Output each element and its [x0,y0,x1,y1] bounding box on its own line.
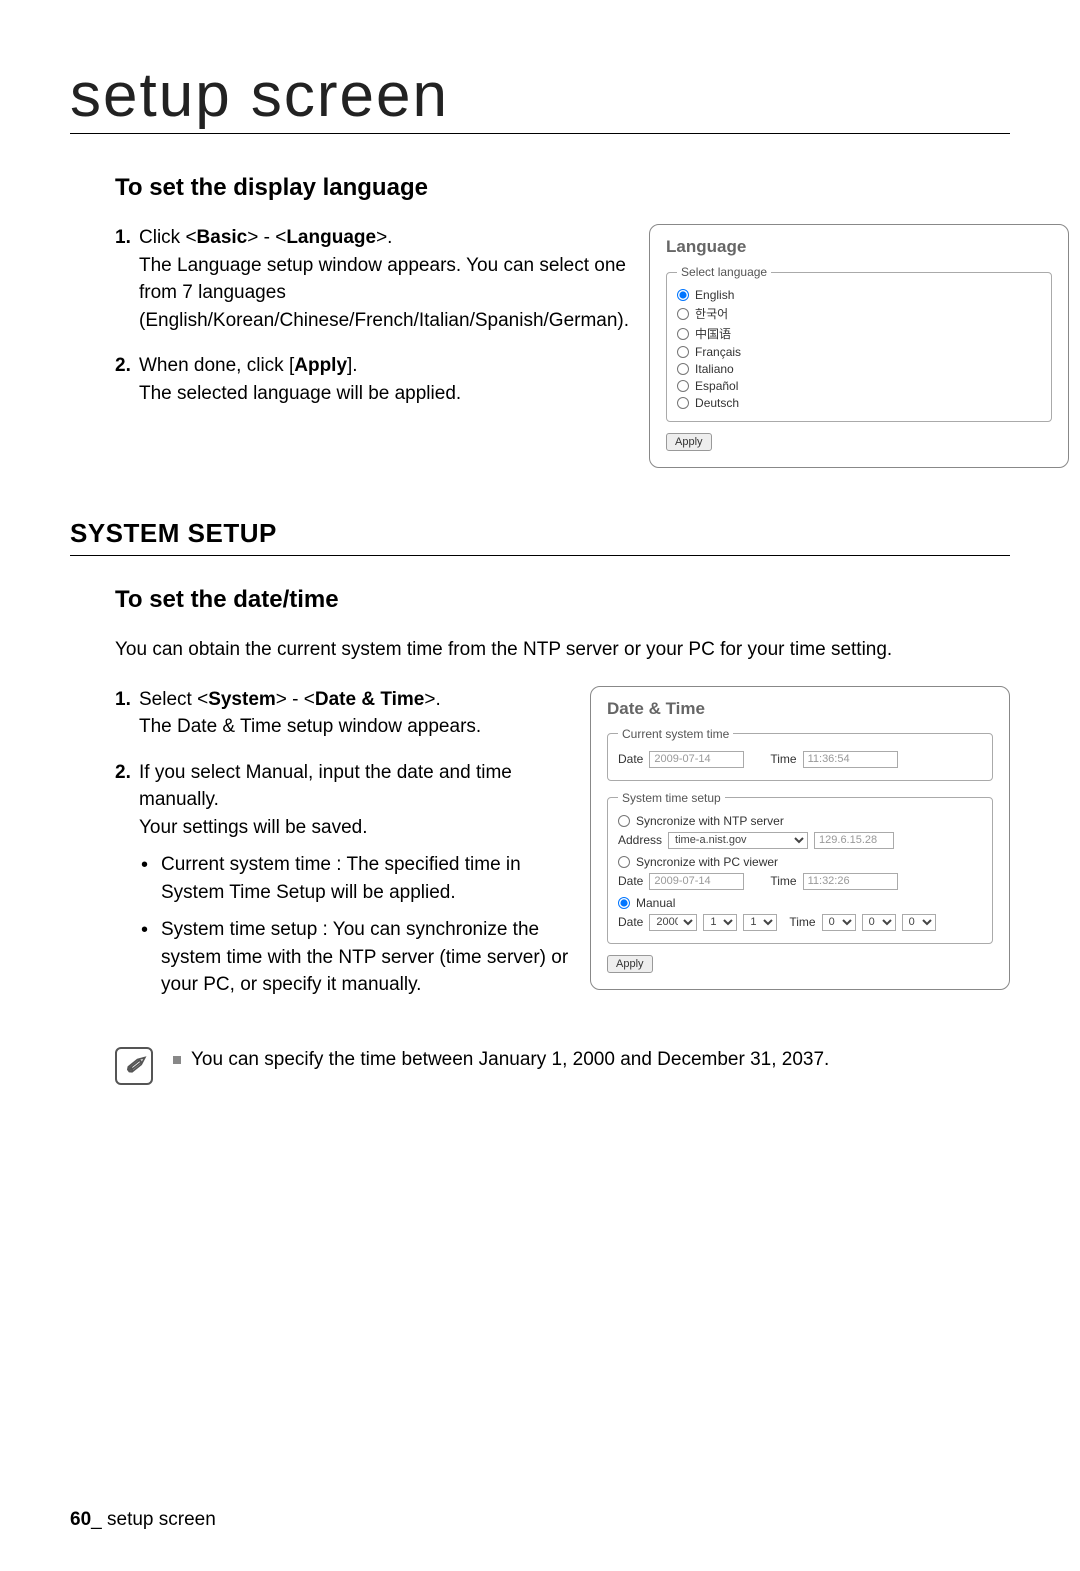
lang-option-english[interactable]: English [677,288,1041,302]
label-manual-time: Time [789,915,815,929]
dt-step-1: 1. Select <System> - <Date & Time>. The … [115,686,570,741]
manual-sec-select[interactable]: 0 [902,914,936,931]
ntp-ip-field[interactable] [814,832,894,849]
pc-date-field[interactable] [649,873,744,890]
legend-current-system-time: Current system time [618,727,733,741]
lang-option-italian[interactable]: Italiano [677,362,1041,376]
legend-select-language: Select language [677,265,771,279]
legend-system-time-setup: System time setup [618,791,725,805]
label-manual-date: Date [618,915,643,929]
apply-button-language[interactable]: Apply [666,433,712,451]
heading-date-time: To set the date/time [115,586,1010,614]
intro-text: You can obtain the current system time f… [115,636,1010,664]
label-pc-time: Time [770,874,796,888]
language-panel: Language Select language English 한국어 中国语… [649,224,1069,468]
page-title: setup screen [70,60,1010,134]
ntp-address-select[interactable]: time-a.nist.gov [668,832,808,849]
manual-min-select[interactable]: 0 [862,914,896,931]
manual-hour-select[interactable]: 0 [822,914,856,931]
dt-step-2: 2. If you select Manual, input the date … [115,759,570,999]
apply-button-datetime[interactable]: Apply [607,955,653,973]
footer: 60_ setup screen [70,1509,216,1531]
manual-day-select[interactable]: 1 [743,914,777,931]
lang-option-german[interactable]: Deutsch [677,396,1041,410]
heading-display-language: To set the display language [115,174,1010,202]
radio-manual[interactable]: Manual [618,896,982,910]
bullet-system-time-setup: System time setup : You can synchronize … [139,916,570,999]
label-pc-date: Date [618,874,643,888]
date-time-panel: Date & Time Current system time Date Tim… [590,686,1010,990]
heading-system-setup: SYSTEM SETUP [70,518,1010,556]
current-time-field[interactable] [803,751,898,768]
manual-month-select[interactable]: 1 [703,914,737,931]
manual-year-select[interactable]: 2000 [649,914,697,931]
label-date: Date [618,752,643,766]
pc-time-field[interactable] [803,873,898,890]
label-address: Address [618,833,662,847]
panel-title-language: Language [666,237,1052,257]
lang-option-spanish[interactable]: Español [677,379,1041,393]
label-time: Time [770,752,796,766]
page-number: 60 [70,1509,91,1530]
footer-label: setup screen [107,1509,216,1530]
lang-option-korean[interactable]: 한국어 [677,305,1041,322]
lang-option-chinese[interactable]: 中国语 [677,325,1041,342]
current-date-field[interactable] [649,751,744,768]
step-2: 2. When done, click [Apply]. The selecte… [115,352,629,407]
radio-pc-viewer[interactable]: Syncronize with PC viewer [618,855,982,869]
lang-option-french[interactable]: Français [677,345,1041,359]
step-1: 1. Click <Basic> - <Language>. The Langu… [115,224,629,334]
bullet-current-system-time: Current system time : The specified time… [139,851,570,906]
note-text: You can specify the time between January… [173,1047,829,1074]
radio-ntp[interactable]: Syncronize with NTP server [618,814,982,828]
note-icon: ✐ [115,1047,153,1085]
panel-title-datetime: Date & Time [607,699,993,719]
